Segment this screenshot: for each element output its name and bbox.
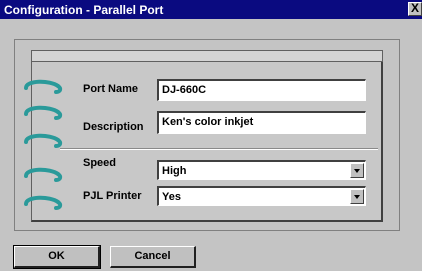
binder-rings xyxy=(24,79,63,210)
pjl-printer-label: PJL Printer xyxy=(83,190,142,202)
chevron-down-icon xyxy=(354,169,360,173)
chevron-down-icon xyxy=(354,195,360,199)
binder-ring-icon xyxy=(24,79,63,94)
binder-ring-icon xyxy=(24,195,63,210)
cancel-button[interactable]: Cancel xyxy=(110,246,196,268)
speed-dropdown-button[interactable] xyxy=(350,163,364,178)
close-button[interactable]: X xyxy=(408,2,422,16)
speed-value: High xyxy=(162,165,187,177)
description-input[interactable]: Ken's color inkjet xyxy=(157,111,366,134)
speed-label: Speed xyxy=(83,157,117,169)
close-icon: X xyxy=(410,1,419,15)
notebook-top-edge xyxy=(31,50,383,62)
speed-select[interactable]: High xyxy=(157,160,366,180)
binder-ring-icon xyxy=(24,133,63,148)
port-name-input[interactable]: DJ-660C xyxy=(157,79,366,101)
section-divider xyxy=(60,148,378,150)
pjl-printer-dropdown-button[interactable] xyxy=(350,189,364,204)
title-bar: Configuration - Parallel Port X xyxy=(0,0,422,19)
pjl-printer-select[interactable]: Yes xyxy=(157,186,366,206)
binder-ring-icon xyxy=(24,167,63,182)
window-title: Configuration - Parallel Port xyxy=(4,3,164,17)
pjl-printer-value: Yes xyxy=(162,191,181,203)
port-name-label: Port Name xyxy=(83,83,139,95)
ok-button[interactable]: OK xyxy=(13,245,101,269)
description-label: Description xyxy=(83,121,144,133)
configuration-dialog: Configuration - Parallel Port X Port Nam… xyxy=(0,0,422,271)
binder-ring-icon xyxy=(24,105,63,120)
